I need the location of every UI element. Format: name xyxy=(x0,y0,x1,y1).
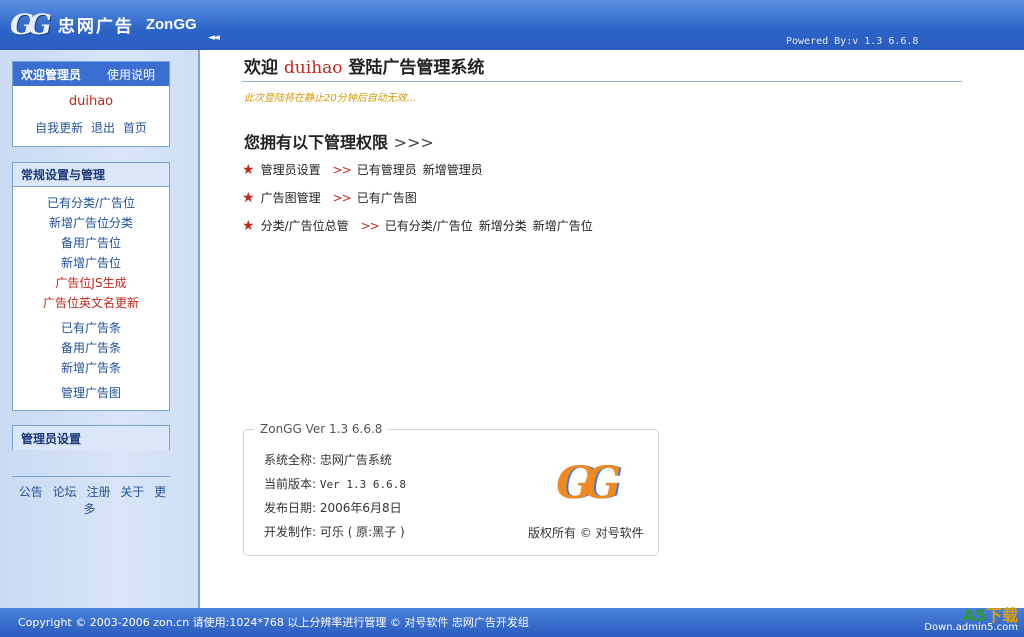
menu-item-banners[interactable]: 已有广告条 xyxy=(13,318,169,338)
new-slot-link[interactable]: 新增广告位 xyxy=(533,217,593,234)
settings-box-header[interactable]: 常规设置与管理 xyxy=(13,163,169,187)
watermark: A5下载 Down.admin5.com xyxy=(924,608,1018,634)
info-value: Ver 1.3 6.6.8 xyxy=(319,478,406,491)
menu-item-english-name-update[interactable]: 广告位英文名更新 xyxy=(13,293,169,313)
perm-row-slots: ★ 分类/广告位总管 >> 已有分类/广告位 新增分类 新增广告位 xyxy=(242,217,599,234)
star-icon: ★ xyxy=(242,189,255,206)
info-label: 系统全称: xyxy=(264,453,317,467)
menu-item-new-category[interactable]: 新增广告位分类 xyxy=(13,213,169,233)
app-title-en: ZonGG xyxy=(145,16,197,33)
perm-group-admin[interactable]: 管理员设置 xyxy=(261,161,321,178)
current-username: duihao xyxy=(68,94,114,109)
permissions-title: 您拥有以下管理权限 xyxy=(244,133,389,152)
info-label: 当前版本: xyxy=(264,477,317,491)
perm-group-images[interactable]: 广告图管理 xyxy=(261,189,321,206)
watermark-site: Down.admin5.com xyxy=(924,622,1018,633)
session-notice: 此次登陆将在静止20分钟后自动无效... xyxy=(244,93,417,104)
menu-item-new-banner[interactable]: 新增广告条 xyxy=(13,358,169,378)
welcome-prefix: 欢迎 xyxy=(244,58,278,78)
existing-images-link[interactable]: 已有广告图 xyxy=(357,189,417,206)
info-label: 发布日期: xyxy=(264,501,317,515)
app-title-cn: 忠网广告 xyxy=(57,17,134,37)
settings-box-title: 常规设置与管理 xyxy=(21,168,106,182)
perm-group-slots[interactable]: 分类/广告位总管 xyxy=(261,217,349,234)
app-logo: GG 忠网广告 ZonGG xyxy=(10,8,197,41)
separator-arrows: >> xyxy=(332,190,352,205)
user-links: 自我更新 退出 首页 xyxy=(13,119,169,136)
existing-slots-link[interactable]: 已有分类/广告位 xyxy=(385,217,473,234)
admin-box-title: 管理员设置 xyxy=(21,431,82,446)
admin-box: 管理员设置 xyxy=(12,425,170,450)
collapse-sidebar-icon[interactable]: ◄◄ xyxy=(208,33,220,43)
welcome-user: duihao xyxy=(283,58,343,78)
star-icon: ★ xyxy=(242,161,255,178)
help-link[interactable]: 使用说明 xyxy=(107,66,155,83)
admin-box-header[interactable]: 管理员设置 xyxy=(13,426,169,450)
register-link[interactable]: 注册 xyxy=(86,485,110,499)
main-content: 欢迎 duihao 登陆广告管理系统 此次登陆将在静止20分钟后自动无效... … xyxy=(202,50,1024,608)
welcome-box-title: 欢迎管理员 xyxy=(21,67,82,82)
forum-link[interactable]: 论坛 xyxy=(53,485,77,499)
welcome-suffix: 登陆广告管理系统 xyxy=(348,58,485,78)
perm-row-images: ★ 广告图管理 >> 已有广告图 xyxy=(242,189,423,206)
permissions-arrows: >>> xyxy=(393,133,434,152)
menu-item-spare-banners[interactable]: 备用广告条 xyxy=(13,338,169,358)
menu-item-js-generate[interactable]: 广告位JS生成 xyxy=(13,273,169,293)
footer-text: Copyright © 2003-2006 zon.cn 请使用:1024*76… xyxy=(18,616,529,629)
menu-item-manage-images[interactable]: 管理广告图 xyxy=(13,383,169,403)
version-info-box: ZonGG Ver 1.3 6.6.8 系统全称: 忠网广告系统 当前版本: V… xyxy=(243,422,659,556)
info-row-name: 系统全称: 忠网广告系统 xyxy=(264,451,392,468)
existing-admins-link[interactable]: 已有管理员 xyxy=(357,161,417,178)
star-icon: ★ xyxy=(242,217,255,234)
permissions-heading: 您拥有以下管理权限 >>> xyxy=(244,129,434,153)
sidebar-bottom-links: 公告 论坛 注册 关于 更多 xyxy=(12,476,170,517)
new-admin-link[interactable]: 新增管理员 xyxy=(423,161,483,178)
menu-item-categories[interactable]: 已有分类/广告位 xyxy=(13,193,169,213)
title-divider xyxy=(242,81,962,82)
version-legend: ZonGG Ver 1.3 6.6.8 xyxy=(254,422,389,436)
logo-mark: GG xyxy=(10,8,52,41)
settings-menu: 已有分类/广告位 新增广告位分类 备用广告位 新增广告位 广告位JS生成 广告位… xyxy=(13,187,169,403)
sidebar: 欢迎管理员 使用说明 duihao 自我更新 退出 首页 常规设置与管理 已有分… xyxy=(0,50,200,608)
self-update-link[interactable]: 自我更新 xyxy=(35,121,83,135)
about-link[interactable]: 关于 xyxy=(120,485,144,499)
welcome-box: 欢迎管理员 使用说明 duihao 自我更新 退出 首页 xyxy=(12,61,170,147)
separator-arrows: >> xyxy=(332,162,352,177)
settings-box: 常规设置与管理 已有分类/广告位 新增广告位分类 备用广告位 新增广告位 广告位… xyxy=(12,162,170,411)
home-link[interactable]: 首页 xyxy=(123,121,147,135)
info-value: 忠网广告系统 xyxy=(319,453,392,467)
separator-arrows: >> xyxy=(360,218,380,233)
page-title: 欢迎 duihao 登陆广告管理系统 xyxy=(244,53,484,78)
info-value: 可乐 ( 原:黑子 ) xyxy=(319,525,405,539)
info-value: 2006年6月8日 xyxy=(319,501,402,515)
welcome-box-header: 欢迎管理员 使用说明 xyxy=(13,62,169,86)
top-header: GG 忠网广告 ZonGG ◄◄ Powered By:v 1.3 6.6.8 xyxy=(0,0,1024,50)
info-row-date: 发布日期: 2006年6月8日 xyxy=(264,499,402,516)
announce-link[interactable]: 公告 xyxy=(19,485,43,499)
zongg-logo-icon: GG xyxy=(556,458,621,509)
perm-row-admin: ★ 管理员设置 >> 已有管理员 新增管理员 xyxy=(242,161,489,178)
powered-by: Powered By:v 1.3 6.6.8 xyxy=(786,36,919,47)
logout-link[interactable]: 退出 xyxy=(91,121,115,135)
footer: Copyright © 2003-2006 zon.cn 请使用:1024*76… xyxy=(0,608,1024,637)
copyright-text: 版权所有 © 对号软件 xyxy=(528,526,644,540)
new-category-link[interactable]: 新增分类 xyxy=(479,217,527,234)
info-row-author: 开发制作: 可乐 ( 原:黑子 ) xyxy=(264,523,405,540)
menu-item-new-slot[interactable]: 新增广告位 xyxy=(13,253,169,273)
menu-item-spare-slots[interactable]: 备用广告位 xyxy=(13,233,169,253)
info-label: 开发制作: xyxy=(264,525,317,539)
info-row-version: 当前版本: Ver 1.3 6.6.8 xyxy=(264,475,406,492)
watermark-logo: A5下载 xyxy=(924,608,1018,624)
